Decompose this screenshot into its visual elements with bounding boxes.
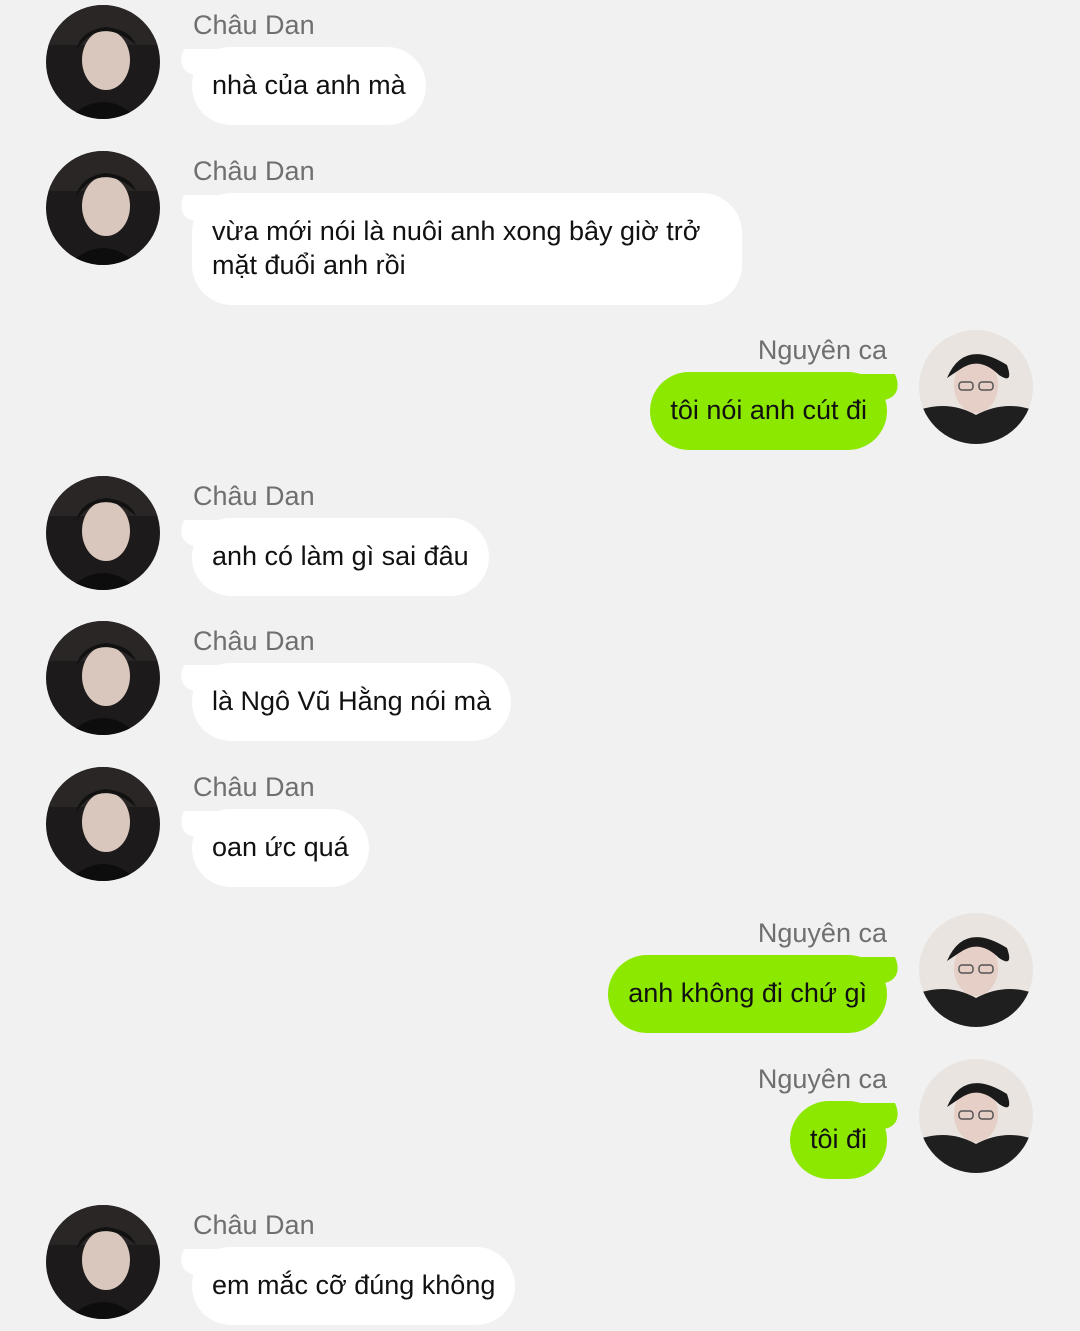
message-text: tôi nói anh cút đi xyxy=(670,395,867,425)
sender-name: Nguyên ca xyxy=(757,918,887,948)
message-bubble[interactable]: là Ngô Vũ Hằng nói mà xyxy=(192,663,512,741)
chau-dan-avatar[interactable] xyxy=(46,151,160,265)
message-text: oan ức quá xyxy=(212,832,349,862)
message-row: Châu Dan là Ngô Vũ Hằng nói mà xyxy=(0,621,1080,741)
message-row: Châu Dan vừa mới nói là nuôi anh xong bâ… xyxy=(0,151,1080,305)
message-row: Nguyên ca tôi nói anh cút đi xyxy=(0,330,1080,450)
chat-thread: Châu Dan nhà của anh mà Châu Dan vừa mới… xyxy=(0,0,1080,1331)
nguyen-ca-avatar[interactable] xyxy=(919,913,1033,1027)
message-text: em mắc cỡ đúng không xyxy=(212,1270,496,1300)
nguyen-ca-avatar[interactable] xyxy=(919,330,1033,444)
message-text: là Ngô Vũ Hằng nói mà xyxy=(212,686,492,716)
chau-dan-avatar[interactable] xyxy=(46,1205,160,1319)
message-bubble[interactable]: vừa mới nói là nuôi anh xong bây giờ trở… xyxy=(192,193,742,305)
sender-name: Châu Dan xyxy=(193,156,315,186)
sender-name: Châu Dan xyxy=(193,481,315,511)
sender-name: Nguyên ca xyxy=(757,335,887,365)
sender-name: Châu Dan xyxy=(193,772,315,802)
message-bubble[interactable]: nhà của anh mà xyxy=(192,47,426,125)
message-bubble[interactable]: tôi đi xyxy=(789,1101,887,1179)
chau-dan-avatar[interactable] xyxy=(46,621,160,735)
nguyen-ca-avatar[interactable] xyxy=(919,1059,1033,1173)
message-text: tôi đi xyxy=(809,1124,867,1154)
sender-name: Châu Dan xyxy=(193,1210,315,1240)
message-text: vừa mới nói là nuôi anh xong bây giờ trở… xyxy=(212,216,701,280)
message-bubble[interactable]: anh không đi chứ gì xyxy=(608,955,887,1033)
message-bubble[interactable]: anh có làm gì sai đâu xyxy=(192,518,489,596)
sender-name: Châu Dan xyxy=(193,626,315,656)
message-text: anh có làm gì sai đâu xyxy=(212,541,469,571)
message-text: nhà của anh mà xyxy=(212,70,406,100)
message-text: anh không đi chứ gì xyxy=(628,978,867,1008)
message-bubble[interactable]: em mắc cỡ đúng không xyxy=(192,1247,516,1325)
message-row: Nguyên ca tôi đi xyxy=(0,1059,1080,1179)
chau-dan-avatar[interactable] xyxy=(46,476,160,590)
message-row: Nguyên ca anh không đi chứ gì xyxy=(0,913,1080,1033)
sender-name: Nguyên ca xyxy=(757,1064,887,1094)
sender-name: Châu Dan xyxy=(193,10,315,40)
message-bubble[interactable]: oan ức quá xyxy=(192,809,369,887)
message-bubble[interactable]: tôi nói anh cút đi xyxy=(650,372,887,450)
message-row: Châu Dan em mắc cỡ đúng không xyxy=(0,1205,1080,1325)
message-row: Châu Dan oan ức quá xyxy=(0,767,1080,887)
message-row: Châu Dan anh có làm gì sai đâu xyxy=(0,476,1080,596)
message-row: Châu Dan nhà của anh mà xyxy=(0,5,1080,125)
chau-dan-avatar[interactable] xyxy=(46,5,160,119)
chau-dan-avatar[interactable] xyxy=(46,767,160,881)
